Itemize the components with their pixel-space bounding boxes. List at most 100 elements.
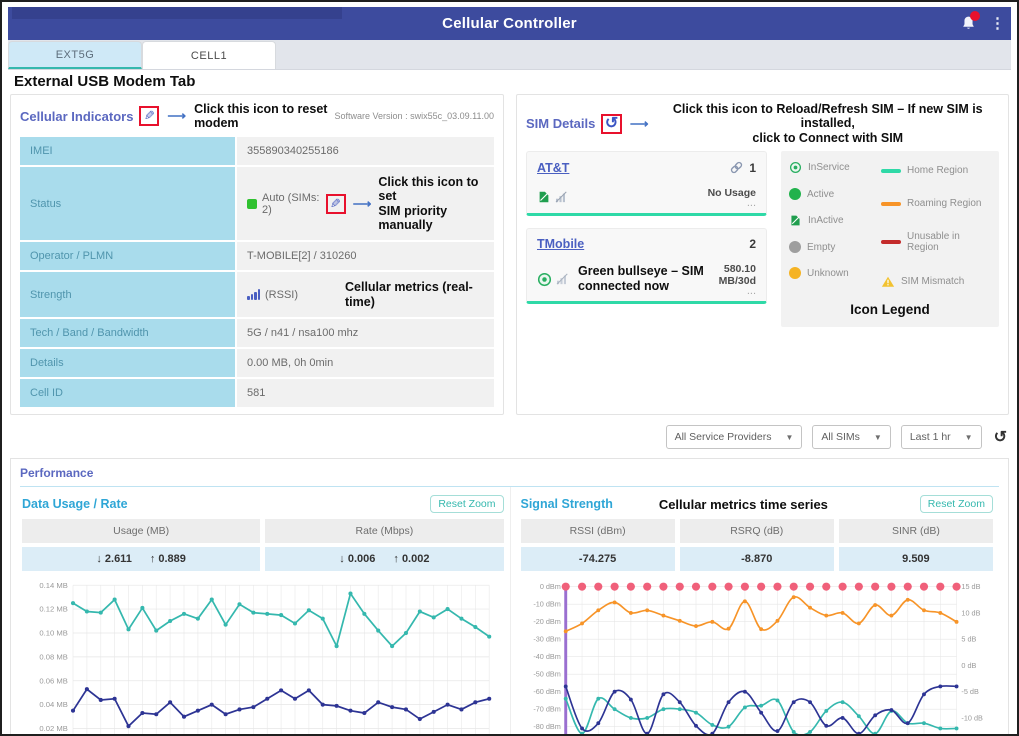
reset-modem-annotation: Click this icon to reset modem <box>194 102 328 131</box>
sim-slot-info: 2 <box>749 237 756 251</box>
row-value-strength: (RSSI) Cellular metrics (real-time) <box>237 272 494 317</box>
header-redaction <box>12 7 342 19</box>
signal-strength-chart[interactable]: 0 dBm-10 dBm-20 dBm-30 dBm-40 dBm-50 dBm… <box>521 575 994 736</box>
service-provider-dropdown[interactable]: All Service Providers ▼ <box>666 425 803 449</box>
table-row: Status Auto (SIMs: 2) ✎ ⟶ Click this ico… <box>20 167 494 241</box>
cellular-indicators-header: Cellular Indicators ✎ ⟶ Click this icon … <box>20 102 494 131</box>
legend-item-unusable-region: Unusable in Region <box>881 231 991 253</box>
sim-details-body: AT&T 1 No Usage <box>526 151 999 327</box>
usage-values: ↓ 2.611↑ 0.889 <box>22 547 260 571</box>
time-range-dropdown[interactable]: Last 1 hr ▼ <box>901 425 982 449</box>
kebab-menu-icon[interactable]: ⋮ <box>990 19 1005 29</box>
signal-bars-icon <box>247 289 260 300</box>
performance-columns: Data Usage / Rate Reset Zoom Usage (MB) … <box>20 487 999 736</box>
status-green-square-icon <box>247 199 257 209</box>
notification-badge <box>970 11 980 21</box>
annotation-arrow-icon: ⟶ <box>630 116 649 132</box>
legend-label: InActive <box>808 215 844 226</box>
reload-sim-highlight-box: ↺ <box>601 114 622 134</box>
table-row: Tech / Band / Bandwidth 5G / n41 / nsa10… <box>20 319 494 347</box>
sim-inactive-icon <box>537 190 551 204</box>
sim-details-panel: SIM Details ↺ ⟶ Click this icon to Reloa… <box>516 94 1009 415</box>
table-row: Cell ID 581 <box>20 379 494 407</box>
icon-legend-columns: InService Active InActive <box>789 161 991 302</box>
cellular-metrics-annotation: Cellular metrics (real-time) <box>345 280 484 309</box>
usage-column-header: Usage (MB) <box>22 519 260 543</box>
sim-name-link[interactable]: AT&T <box>537 161 569 175</box>
svg-text:-5 dB: -5 dB <box>961 687 979 696</box>
software-version-value: swix55c_03.09.11.00 <box>410 111 494 121</box>
sims-dropdown[interactable]: All SIMs ▼ <box>812 425 890 449</box>
tab-ext5g[interactable]: EXT5G <box>8 41 142 69</box>
svg-text:-50 dBm: -50 dBm <box>533 670 561 679</box>
svg-text:-40 dBm: -40 dBm <box>533 652 561 661</box>
tab-cell1[interactable]: CELL1 <box>142 41 276 69</box>
refresh-charts-icon[interactable]: ↺ <box>992 427 1009 447</box>
usage-down-value: 2.611 <box>105 553 132 565</box>
row-value-operator: T-MOBILE[2] / 310260 <box>237 242 494 270</box>
sim-more-button[interactable]: ... <box>708 199 756 207</box>
rate-up-value: 0.002 <box>402 553 430 565</box>
reset-modem-pencil-icon[interactable]: ✎ <box>144 108 155 124</box>
svg-text:0 dBm: 0 dBm <box>539 582 560 591</box>
sim-name-link[interactable]: TMobile <box>537 237 584 251</box>
row-label-cellid: Cell ID <box>20 379 235 407</box>
strength-unit-text: (RSSI) <box>265 289 298 301</box>
sim-card-att: AT&T 1 No Usage <box>526 151 767 216</box>
sim-usage: 580.10 MB/30d ... <box>712 263 756 295</box>
app-header: Cellular Controller ⋮ <box>8 7 1011 40</box>
sinr-value: 9.509 <box>839 547 993 571</box>
legend-label: InService <box>808 162 850 173</box>
signal-table-header: RSSI (dBm) RSRQ (dB) SINR (dB) <box>521 519 994 543</box>
svg-text:0.10 MB: 0.10 MB <box>39 629 67 638</box>
sim-slot-number: 2 <box>749 237 756 251</box>
bullseye-annotation: Green bullseye – SIM connected now <box>578 264 712 294</box>
sim-slot-number: 1 <box>749 161 756 175</box>
svg-text:-70 dBm: -70 dBm <box>533 705 561 714</box>
svg-text:0.04 MB: 0.04 MB <box>39 700 67 709</box>
reload-sim-icon[interactable]: ↺ <box>605 117 618 131</box>
reset-zoom-button[interactable]: Reset Zoom <box>920 495 993 513</box>
row-label-strength: Strength <box>20 272 235 317</box>
roaming-region-dash-icon <box>881 202 901 206</box>
rsrq-column-header: RSRQ (dB) <box>680 519 834 543</box>
app-window: Cellular Controller ⋮ EXT5G CELL1 Extern… <box>0 0 1019 736</box>
svg-text:-20 dBm: -20 dBm <box>533 617 561 626</box>
svg-text:-10 dBm: -10 dBm <box>533 600 561 609</box>
reset-zoom-button[interactable]: Reset Zoom <box>430 495 503 513</box>
chevron-down-icon: ▼ <box>965 433 973 442</box>
time-range-value: Last 1 hr <box>910 431 951 443</box>
notifications-bell-icon[interactable] <box>960 15 978 33</box>
sim-usage-value: 580.10 MB/30d <box>712 263 756 287</box>
inactive-sim-icon <box>789 214 802 227</box>
sim-priority-pencil-icon[interactable]: ✎ <box>330 196 341 212</box>
chevron-down-icon: ▼ <box>874 433 882 442</box>
rsrq-value: -8.870 <box>680 547 834 571</box>
svg-text:-60 dBm: -60 dBm <box>533 687 561 696</box>
sims-value: All SIMs <box>821 431 860 443</box>
data-usage-chart-wrap: 0.14 MB0.12 MB0.10 MB0.08 MB0.06 MB0.04 … <box>22 575 504 736</box>
svg-text:0 dB: 0 dB <box>961 661 976 670</box>
top-panels-row: Cellular Indicators ✎ ⟶ Click this icon … <box>8 94 1011 415</box>
sim-more-button[interactable]: ... <box>712 287 756 295</box>
sim-card-bottom: Green bullseye – SIM connected now 580.1… <box>537 263 756 295</box>
sim-priority-annotation: Click this icon to set SIM priority manu… <box>378 175 484 233</box>
legend-item-empty: Empty <box>789 241 877 253</box>
signal-strength-title: Signal Strength <box>521 497 613 511</box>
external-usb-modem-annotation: External USB Modem Tab <box>8 70 1011 94</box>
legend-label: Empty <box>807 242 835 253</box>
signal-muted-icon <box>556 273 570 285</box>
home-region-dash-icon <box>881 169 901 173</box>
cellular-indicators-title: Cellular Indicators <box>20 109 133 124</box>
inservice-bullseye-icon <box>789 161 802 174</box>
filter-row: All Service Providers ▼ All SIMs ▼ Last … <box>8 415 1011 458</box>
chevron-down-icon: ▼ <box>785 433 793 442</box>
row-label-details: Details <box>20 349 235 377</box>
rssi-value: -74.275 <box>521 547 675 571</box>
data-usage-chart[interactable]: 0.14 MB0.12 MB0.10 MB0.08 MB0.06 MB0.04 … <box>22 575 504 736</box>
status-text: Auto (SIMs: 2) <box>262 192 321 216</box>
tab-bar: EXT5G CELL1 <box>8 40 1011 70</box>
sim-status-icons <box>537 272 570 287</box>
row-label-tech: Tech / Band / Bandwidth <box>20 319 235 347</box>
sim-slot-info: 1 <box>729 160 756 175</box>
